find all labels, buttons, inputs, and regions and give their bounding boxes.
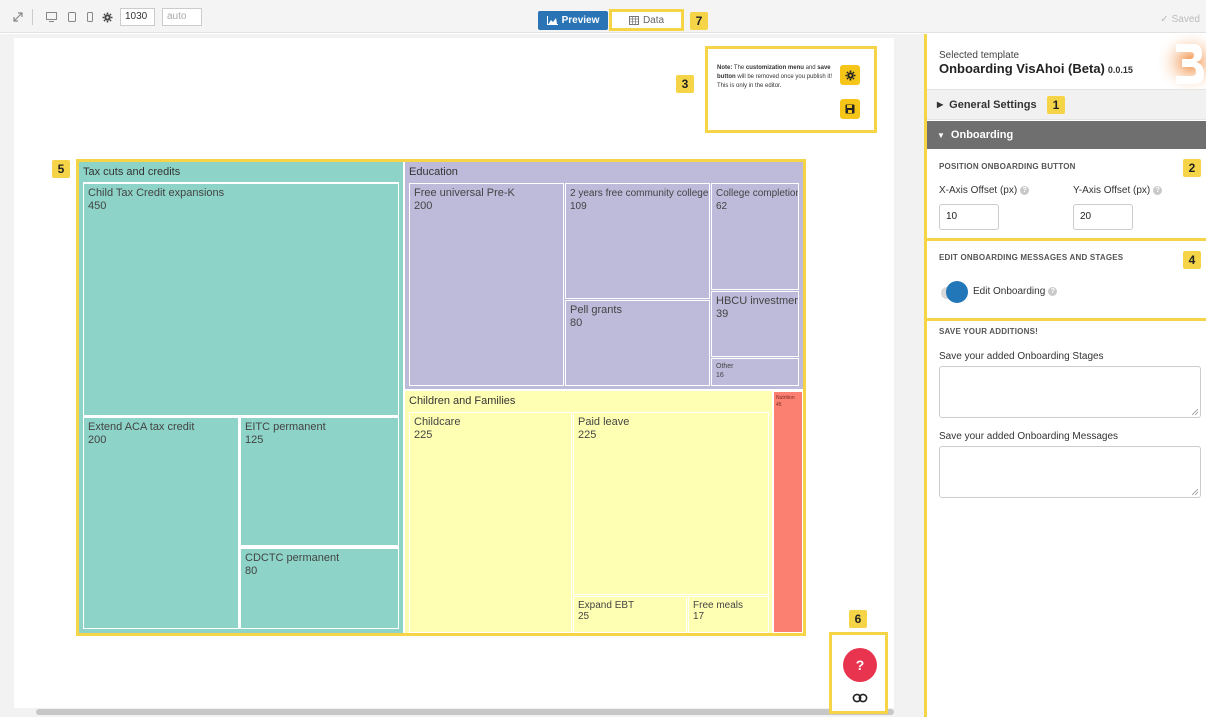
messages-textarea[interactable] [939,446,1201,498]
badge-5: 5 [52,160,70,178]
treemap-cell-other[interactable]: Other 16 [711,358,799,386]
x-offset-input[interactable]: 10 [939,204,999,230]
check-icon: ✓ [1160,14,1169,25]
badge-1: 1 [1047,96,1065,114]
stages-label: Save your added Onboarding Stages [939,351,1104,362]
y-offset-label: Y-Axis Offset (px)? [1073,185,1163,196]
brand-logo-icon [1146,34,1206,90]
resize-handle-icon[interactable] [1192,489,1198,495]
toolbar-divider [32,9,33,25]
settings-sidebar: Selected template Onboarding VisAhoi (Be… [924,34,1206,717]
gear-icon[interactable] [101,10,113,24]
horizontal-scrollbar[interactable] [36,709,894,715]
treemap-cell-hbcu[interactable]: HBCU investment 39 [711,291,799,357]
treemap-cell-child-tax-credit[interactable]: Child Tax Credit expansions 450 [83,183,399,416]
editor-note: Note: The customization menu and save bu… [705,46,877,133]
preview-label: Preview [561,15,600,26]
toggle-mode-icon[interactable] [851,693,869,703]
position-section: POSITION ONBOARDING BUTTON X-Axis Offset… [927,149,1206,241]
save-button[interactable] [840,99,860,119]
onboarding-toggle[interactable]: ▼ Onboarding [927,121,1206,149]
note-text: Note: The customization menu and save bu… [717,65,833,89]
save-heading: SAVE YOUR ADDITIONS! [939,327,1038,336]
group-header-education: Education [405,162,803,182]
saved-label: Saved [1171,14,1200,25]
messages-label: Save your added Onboarding Messages [939,431,1119,442]
table-icon [628,15,639,25]
stages-textarea[interactable] [939,366,1201,418]
treemap-cell-paid-leave[interactable]: Paid leave 225 [573,412,769,595]
treemap-cell-college-completion[interactable]: College completion 62 [711,183,799,290]
treemap-cell-eitc[interactable]: EITC permanent 125 [240,417,399,546]
treemap-cell-pell-grants[interactable]: Pell grants 80 [565,300,710,386]
gear-icon [845,70,855,80]
edit-onboarding-label: Edit Onboarding? [973,286,1058,297]
data-button[interactable]: Data [609,9,684,31]
desktop-icon[interactable] [45,10,57,24]
general-settings-label: General Settings [949,98,1037,111]
badge-6: 6 [849,610,867,628]
treemap-cell-aca[interactable]: Extend ACA tax credit 200 [83,417,239,629]
question-icon[interactable]: ? [1048,287,1058,296]
help-button[interactable]: ? [843,648,877,682]
resize-handle-icon[interactable] [1192,409,1198,415]
treemap-cell-expand-ebt[interactable]: Expand EBT 25 [573,596,687,633]
edit-onboarding-switch[interactable] [946,281,968,303]
customization-menu-button[interactable] [840,65,860,85]
position-heading: POSITION ONBOARDING BUTTON [939,162,1076,171]
caret-down-icon: ▼ [937,130,945,140]
treemap-cell-childcare[interactable]: Childcare 225 [409,412,572,633]
edit-messages-section: EDIT ONBOARDING MESSAGES AND STAGES Edit… [927,241,1206,321]
height-input[interactable]: auto [162,8,202,26]
treemap-cell-pre-k[interactable]: Free universal Pre-K 200 [409,183,564,386]
floppy-disk-icon [845,104,855,114]
treemap-chart: Tax cuts and credits Child Tax Credit ex… [79,162,803,633]
mobile-icon[interactable] [86,10,94,24]
editor-toolbar: 1030 auto Preview Data ✓ Saved [0,0,1206,33]
preview-button[interactable]: Preview [538,11,608,30]
template-label: Selected template [939,50,1020,61]
badge-4: 4 [1183,251,1201,269]
question-icon[interactable]: ? [1020,186,1030,195]
badge-7: 7 [690,12,708,30]
treemap-cell-community-college[interactable]: 2 years free community college 109 [565,183,710,299]
treemap-cell-free-meals[interactable]: Free meals 17 [688,596,769,633]
group-header-tax: Tax cuts and credits [79,162,403,182]
area-chart-icon [546,16,558,25]
question-icon[interactable]: ? [1153,186,1163,195]
caret-right-icon: ▶ [937,100,944,109]
width-input[interactable]: 1030 [120,8,155,26]
save-status: ✓ Saved [1160,14,1200,25]
badge-2: 2 [1183,159,1201,177]
badge-3: 3 [676,75,694,93]
save-additions-section: SAVE YOUR ADDITIONS! Save your added Onb… [927,321,1206,717]
y-offset-input[interactable]: 20 [1073,204,1133,230]
general-settings-toggle[interactable]: ▶ General Settings [927,90,1206,120]
treemap-cell-cdctc[interactable]: CDCTC permanent 80 [240,548,399,629]
expand-icon[interactable] [12,10,24,24]
group-header-children-families: Children and Families [405,391,772,411]
treemap-cell-nutrition[interactable]: Nutrition 45 [773,391,803,633]
template-info: Selected template Onboarding VisAhoi (Be… [927,34,1206,90]
tablet-icon[interactable] [67,10,77,24]
template-name: Onboarding VisAhoi (Beta) 0.0.15 [939,61,1133,76]
onboarding-label: Onboarding [950,129,1014,141]
x-offset-label: X-Axis Offset (px)? [939,185,1030,196]
data-label: Data [642,14,665,26]
edit-heading: EDIT ONBOARDING MESSAGES AND STAGES [939,253,1124,262]
